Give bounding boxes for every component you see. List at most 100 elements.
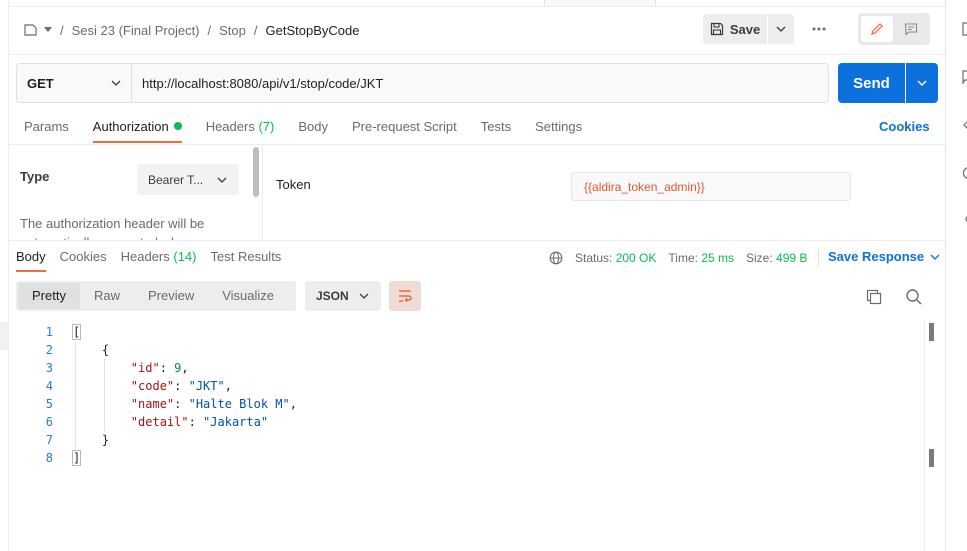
- time-info[interactable]: Time: 25 ms: [668, 251, 734, 265]
- save-group: Save: [703, 14, 794, 44]
- status-value: 200 OK: [615, 251, 657, 265]
- related-icon[interactable]: [962, 212, 967, 226]
- tab-settings[interactable]: Settings: [535, 118, 582, 142]
- send-button[interactable]: Send: [838, 63, 905, 103]
- cookies-link[interactable]: Cookies: [879, 118, 930, 136]
- tab-response-headers[interactable]: Headers (14): [121, 249, 197, 269]
- tab-label: Authorization: [92, 119, 169, 134]
- tab-label: Cookies: [59, 249, 107, 264]
- breadcrumb-collection[interactable]: Sesi 23 (Final Project): [72, 23, 200, 38]
- tab-params[interactable]: Params: [24, 118, 69, 142]
- view-tab-raw[interactable]: Raw: [80, 283, 134, 309]
- url-input[interactable]: [132, 64, 828, 102]
- documentation-mode-button[interactable]: [895, 16, 927, 42]
- tab-strip-edge: [8, 0, 945, 7]
- info-icon[interactable]: [962, 166, 967, 180]
- code-line: {: [73, 343, 110, 357]
- auth-type-value: Bearer T...: [148, 172, 204, 187]
- tab-response-body[interactable]: Body: [16, 249, 46, 272]
- tab-test-results[interactable]: Test Results: [211, 249, 282, 269]
- scroll-marker[interactable]: [929, 323, 934, 341]
- editor-scroll-track[interactable]: [924, 320, 925, 551]
- save-button[interactable]: Save: [703, 14, 767, 44]
- code-line: "code": "JKT",: [130, 379, 232, 393]
- headers-count: (7): [258, 119, 275, 134]
- divider: [8, 54, 945, 55]
- gutter-marker: [0, 322, 8, 350]
- auth-type-select[interactable]: Bearer T...: [137, 164, 239, 195]
- tab-headers[interactable]: Headers (7): [206, 118, 275, 142]
- mode-switch: [858, 13, 930, 45]
- globe-icon[interactable]: [549, 251, 563, 265]
- breadcrumb-folder[interactable]: Stop: [219, 23, 246, 38]
- code-line: "id": 9,: [130, 361, 189, 375]
- more-actions-button[interactable]: [805, 14, 833, 44]
- scroll-marker[interactable]: [929, 449, 934, 467]
- line-number: 7: [45, 433, 53, 447]
- line-number: 3: [45, 361, 53, 375]
- tab-label: Body: [16, 249, 46, 264]
- line-number: 6: [45, 415, 53, 429]
- line-number: 8: [45, 451, 53, 465]
- right-sidebar-edge: [945, 0, 967, 551]
- tab-label: Headers: [120, 249, 170, 264]
- auth-type-label: Type: [20, 169, 50, 184]
- breadcrumb-separator: /: [207, 22, 212, 38]
- tab-body[interactable]: Body: [298, 118, 328, 142]
- request-tabs: Params Authorization Headers (7) Body Pr…: [24, 118, 606, 143]
- tab-response-cookies[interactable]: Cookies: [60, 249, 107, 269]
- status-info[interactable]: Status: 200 OK: [575, 251, 656, 265]
- divider[interactable]: [8, 240, 945, 241]
- edit-mode-button[interactable]: [861, 16, 893, 42]
- comments-icon[interactable]: [962, 70, 967, 84]
- token-label: Token: [276, 177, 311, 192]
- time-label: Time:: [668, 251, 698, 265]
- auth-scrollbar[interactable]: [253, 147, 259, 197]
- save-label: Save: [729, 21, 761, 37]
- wrap-lines-button[interactable]: [389, 281, 421, 311]
- tab-label: Test Results: [210, 249, 282, 264]
- copy-button[interactable]: [864, 287, 884, 307]
- response-body-code[interactable]: [ { "id": 9, "code": "JKT", "name": "Hal…: [71, 323, 297, 467]
- panel-divider[interactable]: [262, 145, 263, 240]
- format-select[interactable]: JSON: [305, 281, 381, 311]
- time-value: 25 ms: [701, 251, 734, 265]
- documentation-icon[interactable]: [962, 22, 967, 36]
- send-options-button[interactable]: [906, 63, 938, 103]
- breadcrumb-separator: /: [253, 22, 258, 38]
- chevron-down-icon: [217, 177, 227, 183]
- method-select[interactable]: GET: [17, 64, 132, 102]
- status-label: Status:: [575, 251, 613, 265]
- view-tab-visualize[interactable]: Visualize: [208, 283, 288, 309]
- chevron-down-icon: [359, 293, 369, 299]
- caret-down-icon[interactable]: [44, 27, 52, 33]
- pencil-icon: [871, 23, 883, 35]
- left-sidebar-edge: [0, 0, 9, 551]
- divider: [8, 144, 945, 145]
- breadcrumb-current-request[interactable]: GetStopByCode: [266, 23, 360, 38]
- breadcrumb: / Sesi 23 (Final Project) / Stop / GetSt…: [24, 22, 359, 38]
- code-snippet-icon[interactable]: [962, 118, 967, 132]
- save-options-button[interactable]: [768, 14, 794, 44]
- tab-label: Body: [298, 119, 328, 134]
- response-headers-count: (14): [173, 249, 197, 264]
- view-mode-tabs: Pretty Raw Preview Visualize: [16, 281, 296, 311]
- code-line: "name": "Halte Blok M",: [130, 397, 297, 411]
- token-input[interactable]: {{aldira_token_admin}}: [571, 172, 851, 201]
- chevron-down-icon: [776, 26, 786, 32]
- tab-label: Headers: [205, 119, 255, 134]
- size-info[interactable]: Size: 499 B: [746, 251, 807, 265]
- view-tab-preview[interactable]: Preview: [134, 283, 208, 309]
- save-response-button[interactable]: Save Response: [828, 249, 940, 265]
- divider: [818, 248, 819, 266]
- line-number: 5: [45, 397, 53, 411]
- search-button[interactable]: [904, 287, 924, 307]
- method-label: GET: [27, 75, 54, 91]
- tab-tests[interactable]: Tests: [481, 118, 511, 142]
- tab-pre-request-script[interactable]: Pre-request Script: [352, 118, 457, 142]
- tab-label: Settings: [535, 119, 583, 134]
- size-value: 499 B: [776, 251, 808, 265]
- tab-authorization[interactable]: Authorization: [92, 118, 182, 143]
- code-line: ]: [71, 450, 82, 466]
- view-tab-pretty[interactable]: Pretty: [18, 283, 80, 309]
